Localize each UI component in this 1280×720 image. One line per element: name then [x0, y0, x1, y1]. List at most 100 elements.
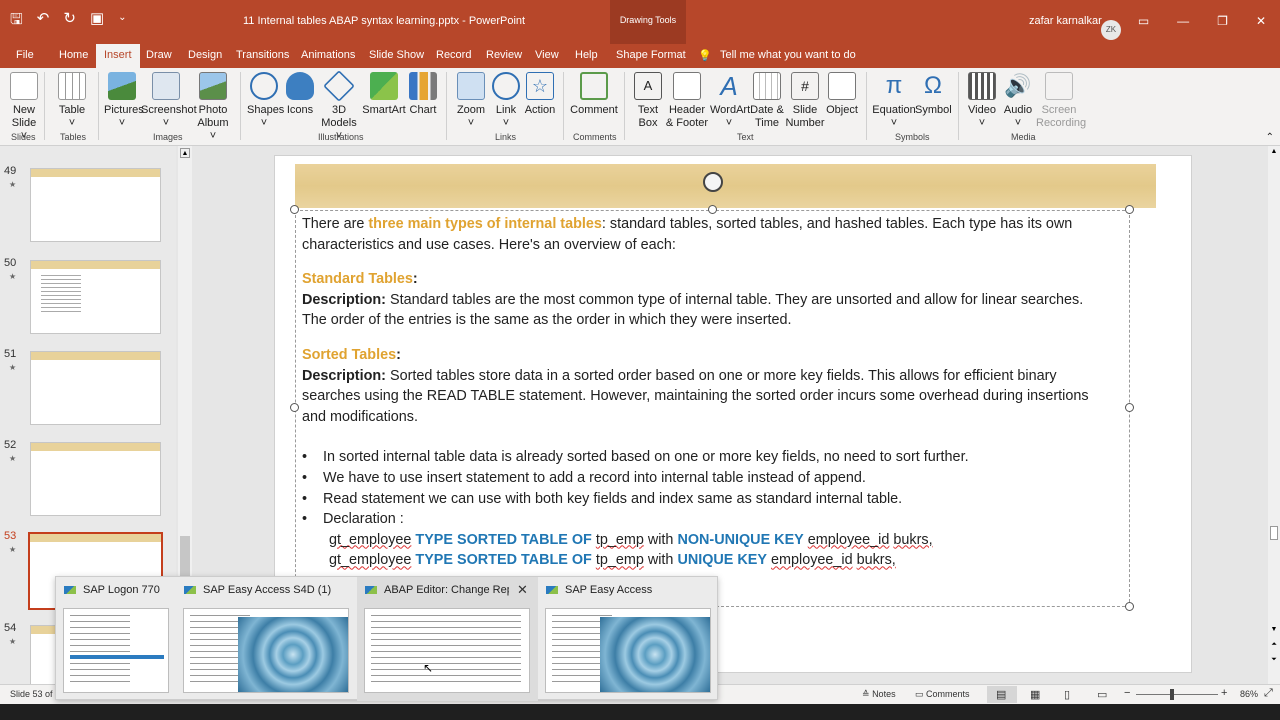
slide-thumbnail-49[interactable]: [30, 168, 161, 242]
resize-handle[interactable]: [1125, 205, 1134, 214]
slide-sorter-icon[interactable]: ▦: [1030, 688, 1040, 701]
taskbar-preview-abap-editor[interactable]: ABAP Editor: Change Rep... ✕ ↖: [357, 577, 538, 701]
tab-shape-format[interactable]: Shape Format: [616, 49, 686, 61]
smartart-button[interactable]: SmartArt: [362, 72, 406, 117]
scroll-thumb[interactable]: [1270, 526, 1278, 540]
tab-record[interactable]: Record: [436, 49, 471, 61]
save-icon[interactable]: 🖫: [10, 9, 23, 34]
resize-handle[interactable]: [708, 205, 717, 214]
link-button[interactable]: Link ˅: [492, 72, 520, 130]
standard-tables-heading: Standard Tables:: [302, 271, 418, 288]
3d-cube-icon: [323, 70, 355, 102]
ribbon: New Slide ˅ Table ˅ Pictures ˅ Screenshot ˅ …: [0, 68, 1280, 146]
resize-handle[interactable]: [290, 403, 299, 412]
table-button[interactable]: Table ˅: [56, 72, 88, 130]
resize-handle[interactable]: [1125, 602, 1134, 611]
video-icon: [968, 72, 996, 100]
sap-icon: [64, 586, 76, 594]
symbol-button[interactable]: Ω Symbol: [915, 72, 952, 117]
collapse-ribbon-icon[interactable]: ⌃: [1266, 132, 1274, 143]
undo-icon[interactable]: ↶: [37, 9, 50, 34]
restore-icon[interactable]: ❐: [1217, 14, 1228, 28]
icons-button[interactable]: Icons: [284, 72, 316, 117]
photo-album-icon: [199, 72, 227, 100]
comments-button[interactable]: ▭ Comments: [915, 689, 970, 700]
screen-recording-button[interactable]: Screen Recording: [1036, 72, 1086, 130]
scroll-down-icon[interactable]: ▼: [1269, 626, 1279, 636]
slideshow-view-icon[interactable]: ▭: [1097, 688, 1107, 701]
tab-file[interactable]: File: [16, 49, 34, 61]
avatar[interactable]: ZK: [1101, 20, 1121, 40]
shapes-button[interactable]: Shapes ˅: [247, 72, 284, 130]
title-bar: 🖫 ↶ ↻ ▣ ⌄ 11 Internal tables ABAP syntax…: [0, 0, 1280, 44]
standard-tables-description: Description: Standard tables are the mos…: [302, 291, 1084, 329]
scroll-up-icon[interactable]: ▲: [1269, 148, 1279, 158]
close-preview-icon[interactable]: ✕: [517, 582, 528, 598]
zoom-level[interactable]: 86%: [1240, 689, 1258, 699]
slide-count: Slide 53 of: [10, 689, 53, 699]
slide-banner-image[interactable]: [295, 164, 1156, 208]
next-slide-icon[interactable]: ⏷: [1269, 656, 1279, 666]
slide-thumbnail-50[interactable]: [30, 260, 161, 334]
redo-icon[interactable]: ↻: [63, 9, 76, 34]
slide-text-content[interactable]: There are three main types of internal t…: [302, 214, 1102, 571]
preview-thumbnail: [545, 608, 711, 693]
photo-album-button[interactable]: Photo Album ˅: [193, 72, 233, 143]
tab-design[interactable]: Design: [188, 49, 222, 61]
tab-slide-show[interactable]: Slide Show: [369, 49, 424, 61]
audio-button[interactable]: 🔊 Audio ˅: [1002, 72, 1034, 130]
fit-to-window-icon[interactable]: ⤢: [1264, 687, 1273, 700]
tab-animations[interactable]: Animations: [301, 49, 355, 61]
transition-star-icon: ★: [9, 180, 17, 189]
action-button[interactable]: ☆ Action: [523, 72, 557, 117]
previous-slide-icon[interactable]: ⏶: [1269, 641, 1279, 651]
slide-number-button[interactable]: # Slide Number: [785, 72, 825, 130]
minimize-icon[interactable]: —: [1177, 14, 1189, 28]
tab-insert[interactable]: Insert: [96, 44, 140, 68]
date-time-button[interactable]: Date & Time: [750, 72, 784, 130]
reading-view-icon[interactable]: ▯: [1064, 688, 1070, 701]
text-box-button[interactable]: A Text Box: [632, 72, 664, 130]
ribbon-display-icon[interactable]: ▭: [1138, 14, 1149, 28]
close-icon[interactable]: ✕: [1256, 14, 1266, 28]
screen-recording-icon: [1045, 72, 1073, 100]
pictures-button[interactable]: Pictures ˅: [104, 72, 144, 130]
scroll-up-icon[interactable]: ▲: [180, 148, 190, 158]
screenshot-button[interactable]: Screenshot ˅: [141, 72, 197, 130]
video-button[interactable]: Video ˅: [966, 72, 998, 130]
rotate-handle-icon[interactable]: [703, 172, 723, 192]
resize-handle[interactable]: [290, 205, 299, 214]
slide-scrollbar[interactable]: ▲ ▼ ⏶ ⏷: [1268, 146, 1280, 684]
equation-button[interactable]: π Equation ˅: [872, 72, 916, 130]
taskbar-preview-sap-easy-access[interactable]: SAP Easy Access: [538, 577, 719, 701]
tab-home[interactable]: Home: [59, 49, 88, 61]
code-line-2: gt_employee TYPE SORTED TABLE OF tp_emp …: [329, 552, 896, 569]
taskbar-preview-sap-easy-access-s4d[interactable]: SAP Easy Access S4D (1): [176, 577, 357, 701]
preview-thumbnail: ↖: [364, 608, 530, 693]
slide-thumbnail-52[interactable]: [30, 442, 161, 516]
transition-star-icon: ★: [9, 363, 17, 372]
tab-review[interactable]: Review: [486, 49, 522, 61]
header-footer-button[interactable]: Header & Footer: [664, 72, 710, 130]
tab-draw[interactable]: Draw: [146, 49, 172, 61]
wordart-button[interactable]: A WordArt ˅: [710, 72, 750, 130]
comment-button[interactable]: Comment: [570, 72, 618, 117]
tab-view[interactable]: View: [535, 49, 559, 61]
zoom-out-icon[interactable]: −: [1124, 687, 1130, 699]
zoom-slider[interactable]: [1136, 694, 1218, 695]
notes-button[interactable]: ≙ Notes: [862, 689, 896, 700]
customize-qat-icon[interactable]: ⌄: [118, 12, 126, 34]
object-button[interactable]: Object: [826, 72, 858, 117]
chart-button[interactable]: Chart: [407, 72, 439, 117]
tab-help[interactable]: Help: [575, 49, 598, 61]
zoom-slider-thumb[interactable]: [1170, 689, 1174, 700]
zoom-in-icon[interactable]: +: [1221, 687, 1227, 699]
slideshow-start-icon[interactable]: ▣: [90, 9, 104, 34]
slide-thumbnail-51[interactable]: [30, 351, 161, 425]
resize-handle[interactable]: [1125, 403, 1134, 412]
zoom-button[interactable]: Zoom ˅: [454, 72, 488, 130]
tab-transitions[interactable]: Transitions: [236, 49, 289, 61]
user-name[interactable]: zafar karnalkar: [1029, 15, 1102, 27]
slide-number: 54: [4, 622, 17, 634]
tell-me-search[interactable]: Tell me what you want to do: [720, 49, 856, 61]
